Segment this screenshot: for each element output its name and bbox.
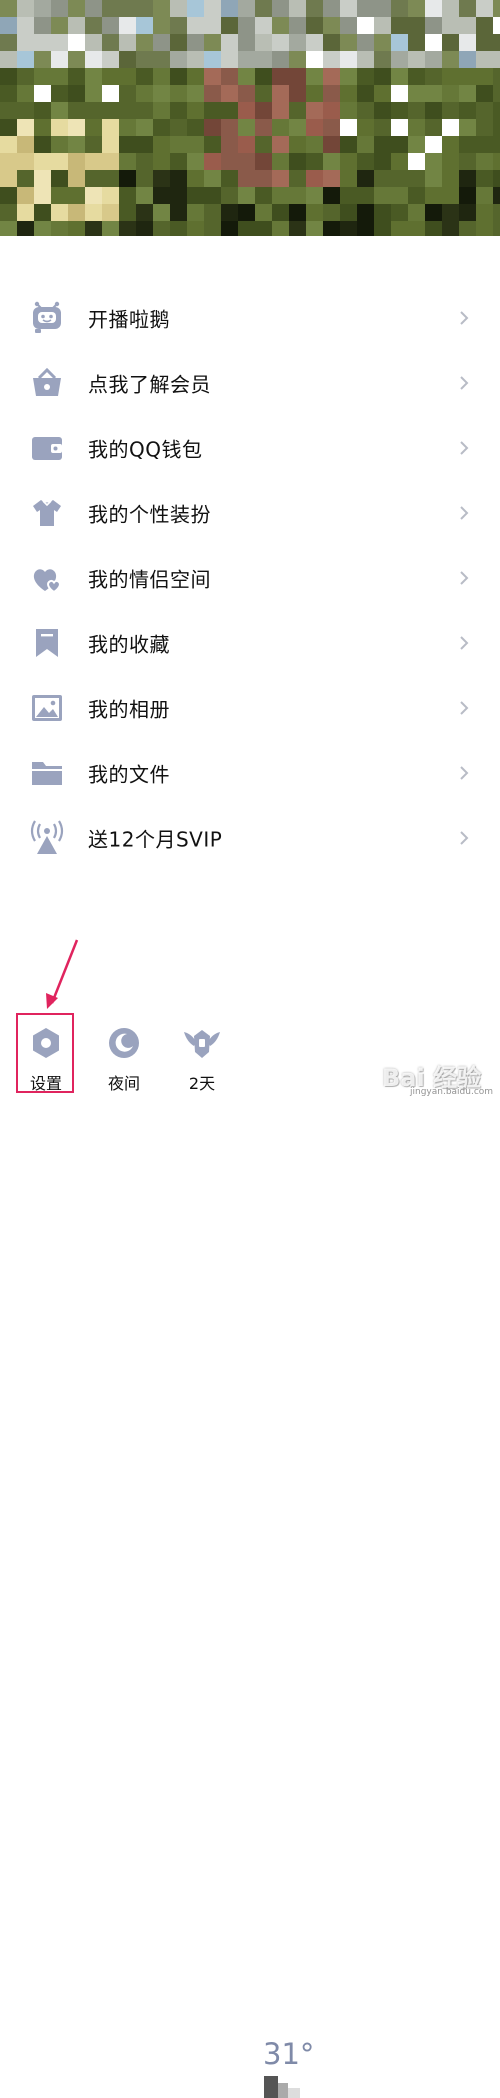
shirt-icon	[29, 495, 65, 531]
menu-item-label: 送12个月SVIP	[88, 827, 223, 851]
pixelated-background	[0, 0, 500, 236]
night-mode-label: 夜间	[107, 1074, 140, 1093]
menu-item-live[interactable]: 开播啦鹅	[0, 285, 500, 350]
menu-item-label: 我的收藏	[88, 632, 170, 656]
chevron-right-icon	[460, 570, 469, 585]
menu-item-label: 我的相册	[88, 697, 170, 721]
menu-item-wallet[interactable]: 我的QQ钱包	[0, 415, 500, 480]
winged-badge-icon	[182, 1026, 222, 1064]
photo-icon	[29, 690, 65, 726]
menu-item-files[interactable]: 我的文件	[0, 740, 500, 805]
bookmark-icon	[29, 625, 65, 661]
chevron-right-icon	[460, 635, 469, 650]
profile-header-image[interactable]	[0, 0, 500, 236]
settings-label: 设置	[29, 1074, 62, 1093]
menu-item-label: 我的情侣空间	[88, 567, 211, 591]
menu-item-album[interactable]: 我的相册	[0, 675, 500, 740]
check-in-days-button[interactable]: 2天	[162, 1010, 242, 1101]
broadcast-icon	[29, 819, 65, 856]
hearts-icon	[29, 560, 65, 596]
menu-item-svip-gift[interactable]: 送12个月SVIP	[0, 805, 500, 870]
vip-basket-icon	[29, 365, 65, 401]
robot-icon	[29, 300, 65, 336]
chevron-right-icon	[460, 765, 469, 780]
menu-item-label: 开播啦鹅	[88, 307, 170, 331]
settings-icon	[29, 1026, 63, 1064]
drawer-menu: 开播啦鹅 点我了解会员 我的QQ钱包 我的个性装扮 我的情侣空间 我的收藏 我的…	[0, 285, 500, 870]
check-in-days-label: 2天	[188, 1074, 216, 1093]
settings-button[interactable]: 设置	[6, 1010, 86, 1101]
menu-item-favorites[interactable]: 我的收藏	[0, 610, 500, 675]
menu-item-couple-space[interactable]: 我的情侣空间	[0, 545, 500, 610]
moon-icon	[107, 1026, 141, 1064]
menu-item-label: 我的个性装扮	[88, 502, 211, 526]
chevron-right-icon	[460, 440, 469, 455]
chevron-right-icon	[460, 310, 469, 325]
chevron-right-icon	[460, 375, 469, 390]
menu-item-theme[interactable]: 我的个性装扮	[0, 480, 500, 545]
menu-item-label: 我的文件	[88, 762, 170, 786]
chevron-right-icon	[460, 830, 469, 845]
watermark-url: jingyan.baidu.com	[410, 1087, 494, 1097]
menu-item-vip[interactable]: 点我了解会员	[0, 350, 500, 415]
annotation-arrow	[46, 939, 79, 1009]
temperature-text: 31°	[263, 2037, 315, 2071]
night-mode-button[interactable]: 夜间	[84, 1010, 164, 1101]
chevron-right-icon	[460, 700, 469, 715]
menu-item-label: 点我了解会员	[88, 372, 211, 396]
weather-city-pixelated	[264, 2076, 300, 2098]
chevron-right-icon	[460, 505, 469, 520]
wallet-icon	[29, 430, 65, 466]
folder-icon	[29, 755, 65, 791]
menu-item-label: 我的QQ钱包	[88, 437, 203, 461]
